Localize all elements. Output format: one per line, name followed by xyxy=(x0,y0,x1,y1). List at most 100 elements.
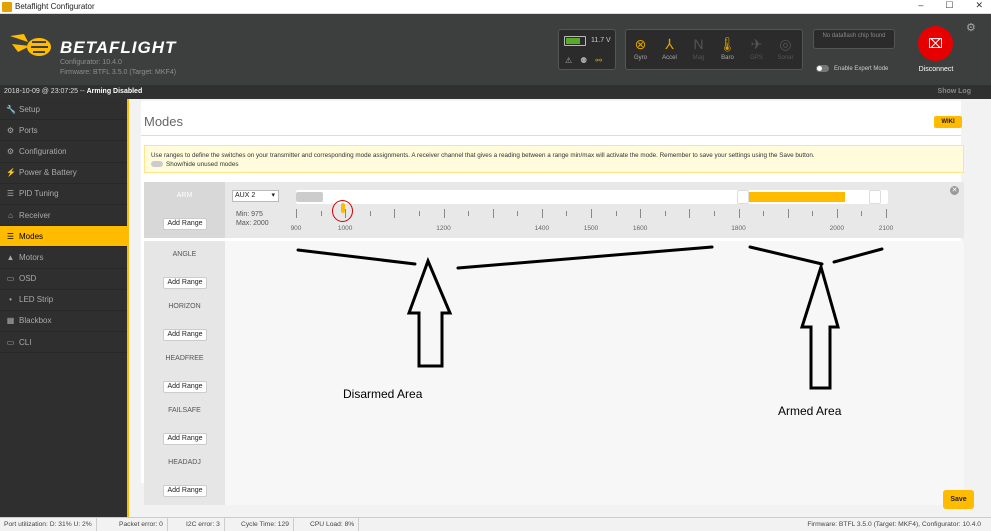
dropdown-arrow-icon: ▾ xyxy=(271,192,275,199)
window-title: Betaflight Configurator xyxy=(15,2,95,11)
sidebar-item-label: Ports xyxy=(19,125,38,135)
mode-label-column: HEADFREE Add Range xyxy=(144,345,225,401)
header: BETAFLIGHT Configurator: 10.4.0 Firmware… xyxy=(0,14,991,85)
range-min-label: Min: 975 xyxy=(236,211,263,218)
sensor-label: Sonar xyxy=(777,55,794,61)
scale-tick xyxy=(517,211,519,216)
sidebar-item-label: Modes xyxy=(19,231,44,241)
range-max-handle[interactable] xyxy=(869,190,881,204)
show-unused-label: Show/hide unused modes xyxy=(166,161,239,168)
scale-tick xyxy=(468,211,470,216)
minimize-button[interactable]: – xyxy=(918,0,923,11)
cycle-time: Cycle Time: 129 xyxy=(237,518,294,531)
aux-channel-select[interactable]: AUX 2 ▾ xyxy=(232,190,279,202)
save-button[interactable]: Save xyxy=(943,490,974,509)
sidebar-item-pid-tuning[interactable]: ☰ PID Tuning xyxy=(0,184,127,205)
scale-tick xyxy=(861,211,863,216)
remove-range-icon[interactable]: ✕ xyxy=(950,186,959,195)
sidebar-item-modes[interactable]: ☰ Modes xyxy=(0,226,127,248)
sensor-accel: ⅄ Accel xyxy=(655,30,684,69)
sidebar-item-ports[interactable]: ⚙ Ports xyxy=(0,120,127,142)
sensor-label: GPS xyxy=(750,55,763,61)
mode-arm: ARM Add Range AUX 2 ▾ Min: 975 Max: 2000 900 10… xyxy=(144,182,964,238)
toggle-switch[interactable] xyxy=(816,65,829,72)
configurator-version: Configurator: 10.4.0 xyxy=(60,59,122,66)
sidebar-item-receiver[interactable]: ⌂ Receiver xyxy=(0,205,127,227)
add-range-button[interactable]: Add Range xyxy=(163,485,207,497)
status-arming: Arming Disabled xyxy=(86,88,143,95)
scale-tick xyxy=(320,211,322,216)
range-editor xyxy=(225,293,964,349)
gear-icon[interactable]: ⚙ xyxy=(966,21,976,34)
page-title: Modes xyxy=(144,114,184,129)
range-editor: AUX 2 ▾ Min: 975 Max: 2000 900 1000 1200 1400 15… xyxy=(225,182,964,238)
mode-label-column: HORIZON Add Range xyxy=(144,293,225,349)
expert-mode-toggle[interactable]: Enable Expert Mode xyxy=(816,65,888,72)
add-range-button[interactable]: Add Range xyxy=(163,433,207,445)
add-range-button[interactable]: Add Range xyxy=(163,381,207,393)
mode-horizon: HORIZON Add Range xyxy=(144,293,964,349)
sidebar-item-label: PID Tuning xyxy=(19,189,59,199)
i2c-error: I2C error: 3 xyxy=(182,518,225,531)
motors-icon: ▲ xyxy=(6,252,15,262)
sidebar-item-cli[interactable]: ▭ CLI xyxy=(0,332,127,354)
sidebar-item-label: Power & Battery xyxy=(19,168,77,178)
range-slider[interactable] xyxy=(296,190,888,204)
scale-tick xyxy=(566,211,568,216)
status-time: 2018-10-09 @ 23:07:25 -- xyxy=(4,88,87,95)
sidebar-item-setup[interactable]: 🔧 Setup xyxy=(0,99,127,121)
sidebar-item-led-strip[interactable]: • LED Strip xyxy=(0,290,127,311)
mode-headadj: HEADADJ Add Range xyxy=(144,449,964,505)
receiver-icon: ⌂ xyxy=(8,210,13,220)
mode-name: HORIZON xyxy=(168,303,201,310)
range-editor xyxy=(225,449,964,505)
add-range-button[interactable]: Add Range xyxy=(163,277,207,289)
add-range-button[interactable]: Add Range xyxy=(163,329,207,341)
sensor-sonar: ◎ Sonar xyxy=(771,30,800,69)
mode-name: ARM xyxy=(176,192,193,199)
info-note: Use ranges to define the switches on you… xyxy=(144,145,964,173)
range-max-label: Max: 2000 xyxy=(236,220,269,227)
sensor-accel-icon: ⅄ xyxy=(665,36,674,52)
scale-label: 900 xyxy=(290,225,302,232)
scale-tick xyxy=(492,209,494,218)
sidebar-item-osd[interactable]: ▭ OSD xyxy=(0,269,127,290)
scale-tick xyxy=(664,211,666,216)
bee-logo-icon xyxy=(10,34,51,56)
show-unused-toggle[interactable] xyxy=(151,161,163,168)
maximize-button[interactable]: ☐ xyxy=(945,0,953,11)
disconnect-button[interactable]: ⌧ xyxy=(918,26,953,61)
wiki-button[interactable]: WIKI xyxy=(934,116,962,128)
sensor-sonar-icon: ◎ xyxy=(779,36,792,52)
scale-label: 1000 xyxy=(337,225,353,232)
sensor-gyro: ⊗ Gyro xyxy=(626,30,655,69)
sidebar-item-label: Setup xyxy=(19,104,40,114)
ports-icon: ⚙ xyxy=(6,125,15,135)
sensor-label: Mag xyxy=(692,55,705,61)
app-window: Betaflight Configurator – ☐ ✕ BETAFLIGHT… xyxy=(0,0,991,531)
title-bar: Betaflight Configurator – ☐ ✕ xyxy=(0,0,991,14)
sensor-gps-icon: ✈ xyxy=(750,36,763,52)
sensor-label: Accel xyxy=(662,55,677,61)
scale-tick xyxy=(886,209,887,218)
sidebar-item-configuration[interactable]: ⚙ Configuration xyxy=(0,141,127,163)
sidebar-item-label: CLI xyxy=(19,337,32,347)
sidebar-item-label: Motors xyxy=(19,252,44,262)
disconnect-label[interactable]: Disconnect xyxy=(906,66,966,73)
range-min-handle[interactable] xyxy=(737,190,749,204)
sidebar-item-power-battery[interactable]: ⚡ Power & Battery xyxy=(0,163,127,184)
sensor-mag: N Mag xyxy=(684,30,713,69)
sidebar: 🔧 Setup ⚙ Ports ⚙ Configuration ⚡ Power & Batte… xyxy=(0,99,127,517)
range-editor xyxy=(225,397,964,453)
add-range-button[interactable]: Add Range xyxy=(163,218,207,230)
sidebar-item-blackbox[interactable]: ▦ Blackbox xyxy=(0,311,127,333)
show-log-link[interactable]: Show Log xyxy=(938,85,971,99)
scale-tick xyxy=(541,209,543,218)
close-window-button[interactable]: ✕ xyxy=(975,0,983,11)
scale-tick xyxy=(296,209,297,218)
led-strip-icon: • xyxy=(9,295,12,305)
mode-name: HEADADJ xyxy=(168,459,201,466)
sidebar-item-motors[interactable]: ▲ Motors xyxy=(0,247,127,269)
mode-label-column: HEADADJ Add Range xyxy=(144,449,225,505)
osd-icon: ▭ xyxy=(6,274,15,284)
